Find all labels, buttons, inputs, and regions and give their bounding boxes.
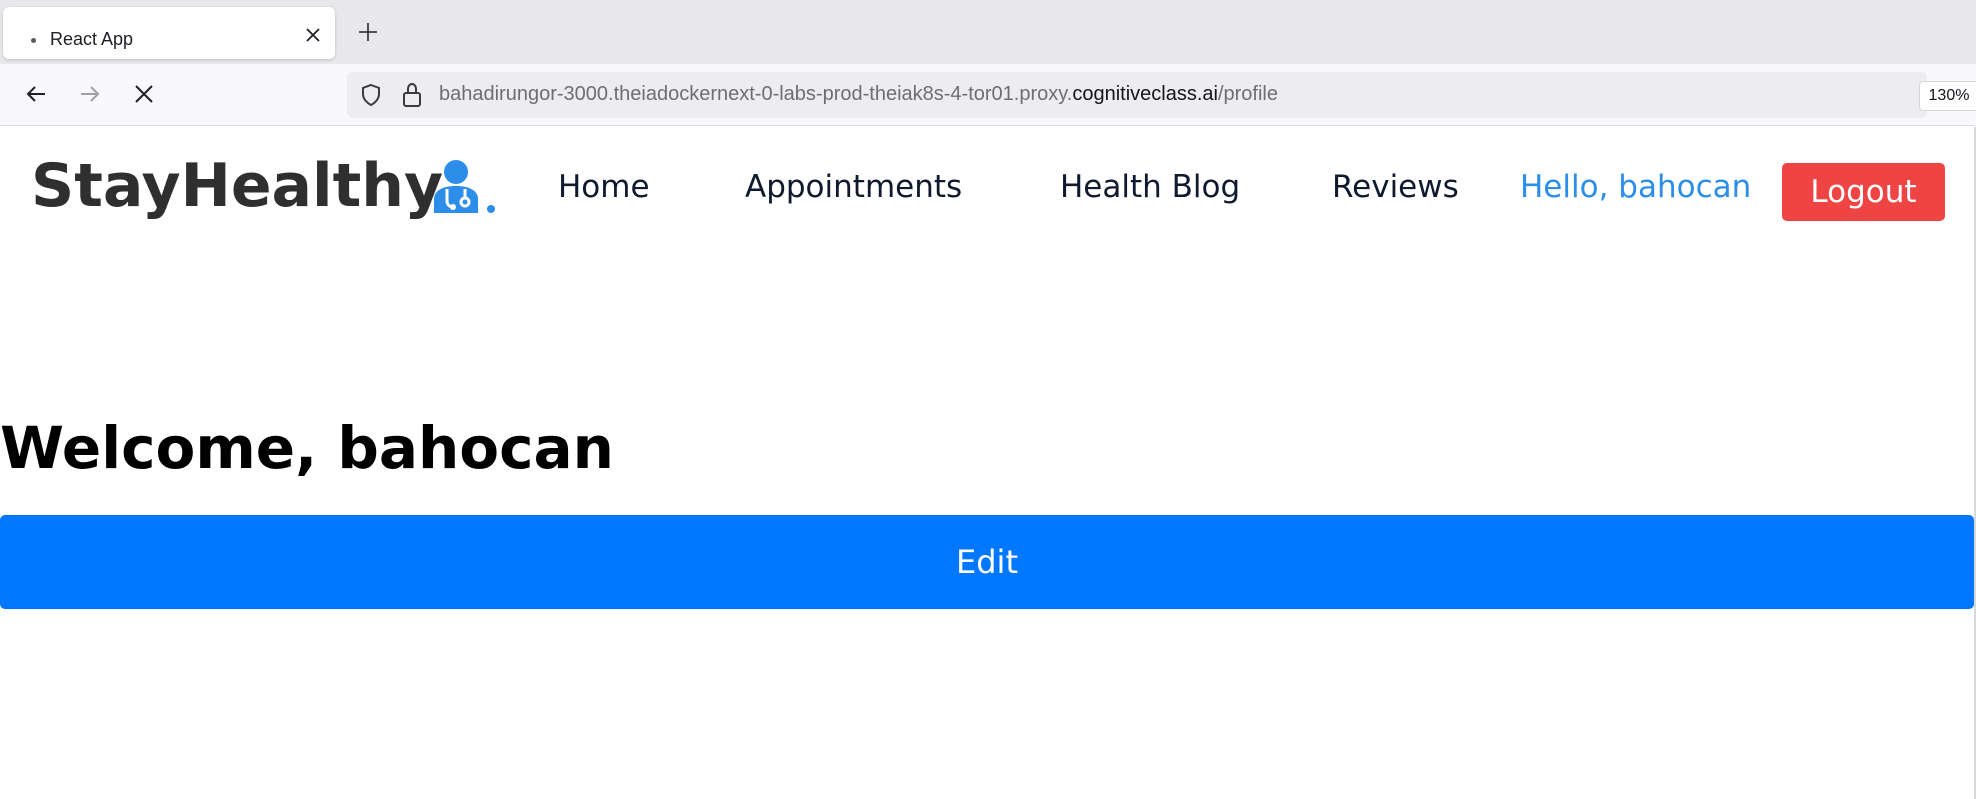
page-content: StayHealthy Home Appointments Health Blo… xyxy=(0,127,1976,799)
nav-link-home[interactable]: Home xyxy=(558,169,650,205)
nav-link-health-blog[interactable]: Health Blog xyxy=(1060,169,1240,205)
lock-icon[interactable] xyxy=(401,82,423,112)
logout-button[interactable]: Logout xyxy=(1782,163,1945,221)
browser-nav-bar: bahadirungor-3000.theiadockernext-0-labs… xyxy=(0,64,1976,126)
browser-tab[interactable]: React App xyxy=(3,7,335,59)
new-tab-plus-icon[interactable] xyxy=(355,19,381,45)
url-prefix: bahadirungor-3000.theiadockernext-0-labs… xyxy=(439,83,1073,105)
url-path: /profile xyxy=(1217,83,1278,105)
zoom-level-badge[interactable]: 130% xyxy=(1919,81,1976,111)
address-bar[interactable]: bahadirungor-3000.theiadockernext-0-labs… xyxy=(347,72,1927,118)
browser-tab-strip: React App xyxy=(0,0,1976,64)
edit-profile-button[interactable]: Edit xyxy=(0,515,1974,609)
stop-loading-icon[interactable] xyxy=(128,78,160,110)
back-arrow-icon[interactable] xyxy=(20,78,52,110)
tab-loading-dot-icon xyxy=(31,38,36,43)
doctor-stethoscope-icon xyxy=(430,159,496,219)
url-text: bahadirungor-3000.theiadockernext-0-labs… xyxy=(439,83,1278,106)
tracking-shield-icon[interactable] xyxy=(359,83,383,111)
user-greeting: Hello, bahocan xyxy=(1520,169,1752,205)
forward-arrow-icon[interactable] xyxy=(74,78,106,110)
tab-title: React App xyxy=(50,29,134,49)
brand-logo-text[interactable]: StayHealthy xyxy=(31,151,443,221)
nav-link-reviews[interactable]: Reviews xyxy=(1332,169,1459,205)
url-domain: cognitiveclass.ai xyxy=(1072,83,1218,105)
nav-link-appointments[interactable]: Appointments xyxy=(745,169,962,205)
close-tab-icon[interactable] xyxy=(301,23,325,47)
welcome-heading: Welcome, bahocan xyxy=(0,414,614,482)
